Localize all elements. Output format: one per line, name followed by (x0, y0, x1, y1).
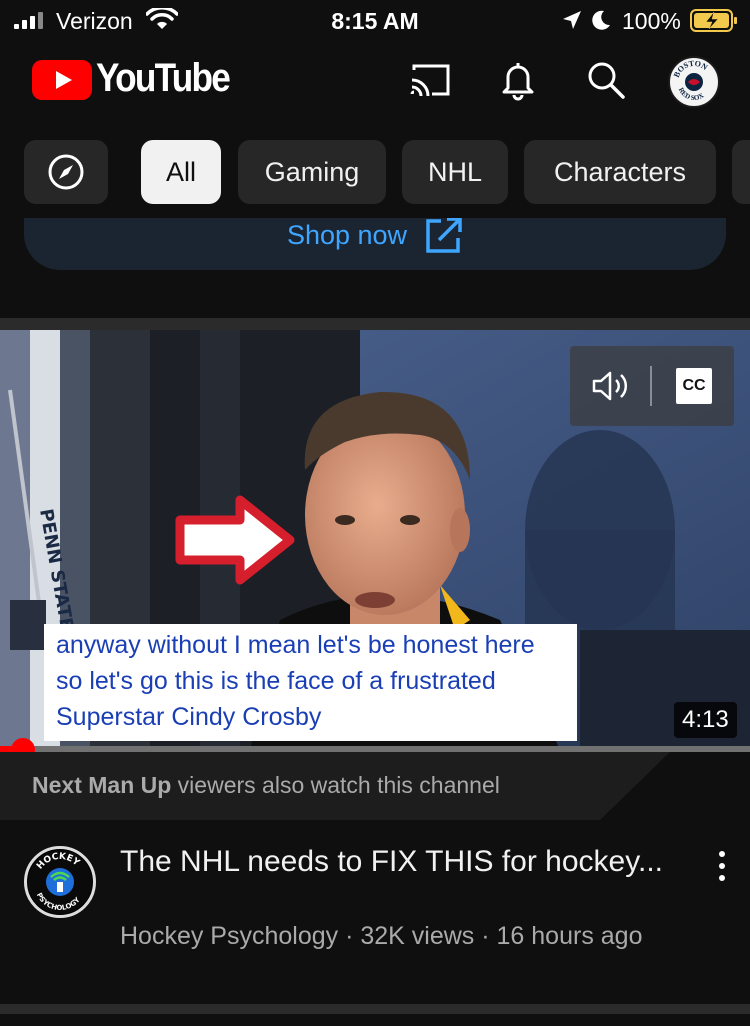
explore-chip[interactable] (24, 140, 108, 204)
recommendation-suffix: viewers also watch this channel (171, 772, 500, 798)
chip-nhl[interactable]: NHL (402, 140, 508, 204)
youtube-logo-icon[interactable] (32, 60, 92, 100)
video-player[interactable]: PENN STATE CC anyway without I mean let'… (0, 330, 750, 750)
channel-avatar[interactable]: HOCKEY PSYCHOLOGY (24, 846, 96, 918)
strip-wedge (600, 752, 750, 820)
status-bar: Verizon 8:15 AM 100% (0, 0, 750, 40)
battery-charging-icon (690, 9, 737, 32)
recommended-channel-name[interactable]: Next Man Up (32, 772, 171, 798)
recommendation-text: Next Man Up viewers also watch this chan… (32, 772, 500, 799)
more-options-icon[interactable] (710, 848, 734, 884)
control-separator (650, 366, 652, 406)
volume-icon[interactable] (590, 366, 630, 406)
external-link-icon (426, 217, 462, 253)
search-icon[interactable] (584, 58, 628, 102)
youtube-wordmark[interactable]: YouTube (96, 56, 231, 101)
closed-caption-text: anyway without I mean let's be honest he… (44, 624, 577, 741)
app-header: YouTube BOSTON RED SOX (0, 48, 750, 118)
recommendation-strip: Next Man Up viewers also watch this chan… (0, 752, 750, 820)
video-duration: 4:13 (674, 702, 737, 738)
compass-icon (48, 154, 84, 190)
chip-all[interactable]: All (141, 140, 221, 204)
moon-icon (592, 10, 610, 30)
video-title[interactable]: The NHL needs to FIX THIS for hockey... (120, 842, 680, 881)
location-icon (563, 11, 581, 29)
bell-icon[interactable] (496, 58, 540, 102)
battery-percent: 100% (622, 8, 681, 34)
chip-bar: All Gaming NHL Characters (0, 140, 750, 204)
player-controls: CC (570, 346, 734, 426)
section-divider-bottom (0, 1004, 750, 1014)
section-divider (0, 318, 750, 330)
video-metadata: Hockey Psychology · 32K views · 16 hours… (120, 922, 643, 950)
shop-now-label: Shop now (286, 219, 408, 250)
chip-characters[interactable]: Characters (524, 140, 716, 204)
cc-button[interactable]: CC (676, 368, 712, 404)
chip-gaming[interactable]: Gaming (238, 140, 386, 204)
chip-partial[interactable] (732, 140, 750, 204)
account-avatar[interactable]: BOSTON RED SOX (668, 56, 720, 108)
cast-icon[interactable] (408, 58, 452, 102)
